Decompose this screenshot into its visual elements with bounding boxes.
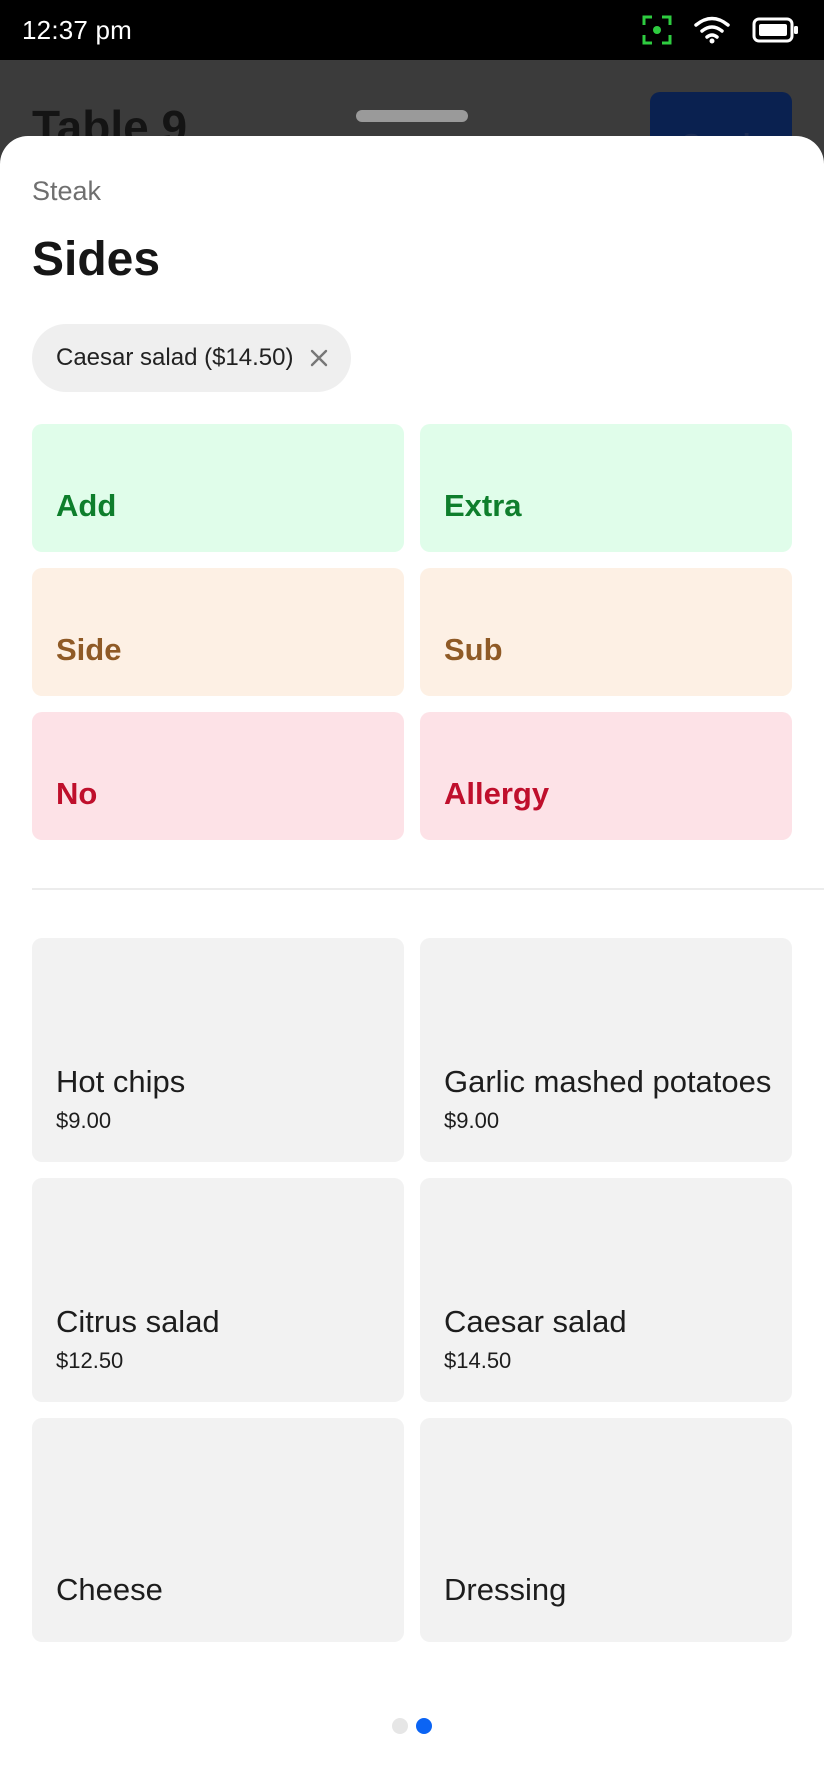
chip-label: Caesar salad ($14.50) — [56, 344, 294, 371]
status-time: 12:37 pm — [22, 14, 133, 45]
item-price: $14.50 — [444, 1348, 512, 1373]
sheet-title: Sides — [32, 233, 161, 286]
side-item-garlic-mashed-potatoes[interactable]: Garlic mashed potatoes $9.00 — [420, 938, 792, 1162]
item-name: Dressing — [444, 1572, 567, 1607]
side-item-dressing[interactable]: Dressing — [420, 1418, 792, 1642]
wifi-icon — [694, 16, 730, 44]
item-subtitle: Steak — [32, 176, 102, 206]
side-item-caesar-salad[interactable]: Caesar salad $14.50 — [420, 1178, 792, 1402]
modifier-label: Side — [56, 632, 122, 667]
sheet-drag-handle[interactable] — [356, 110, 468, 122]
status-icons — [642, 15, 800, 45]
modifier-label: Allergy — [444, 776, 550, 811]
modifier-type-grid: Add Extra Side Sub No Allergy — [32, 424, 792, 840]
modifier-sheet: Steak Sides Caesar salad ($14.50) Add Ex… — [0, 136, 824, 1784]
item-price: $12.50 — [56, 1348, 124, 1373]
item-name: Cheese — [56, 1572, 163, 1607]
modifier-label: Add — [56, 488, 117, 523]
page-indicator — [0, 1718, 824, 1734]
page-dot-2[interactable] — [416, 1718, 432, 1734]
side-item-hot-chips[interactable]: Hot chips $9.00 — [32, 938, 404, 1162]
modifier-label: Extra — [444, 488, 522, 523]
modifier-side-button[interactable]: Side — [32, 568, 404, 696]
close-icon[interactable] — [309, 348, 329, 368]
modifier-label: Sub — [444, 632, 503, 667]
modifier-extra-button[interactable]: Extra — [420, 424, 792, 552]
modifier-add-button[interactable]: Add — [32, 424, 404, 552]
item-name: Caesar salad — [444, 1304, 627, 1339]
item-name: Garlic mashed potatoes — [444, 1064, 772, 1099]
page-dot-1[interactable] — [392, 1718, 408, 1734]
side-items-grid: Hot chips $9.00 Garlic mashed potatoes $… — [32, 938, 792, 1642]
modifier-label: No — [56, 776, 98, 811]
side-item-cheese[interactable]: Cheese — [32, 1418, 404, 1642]
screenshot-icon — [642, 15, 672, 45]
modifier-sub-button[interactable]: Sub — [420, 568, 792, 696]
side-item-citrus-salad[interactable]: Citrus salad $12.50 — [32, 1178, 404, 1402]
battery-icon — [752, 16, 800, 44]
modifier-no-button[interactable]: No — [32, 712, 404, 840]
selected-modifier-chip[interactable]: Caesar salad ($14.50) — [32, 324, 352, 392]
modifier-allergy-button[interactable]: Allergy — [420, 712, 792, 840]
item-price: $9.00 — [56, 1108, 112, 1133]
item-name: Hot chips — [56, 1064, 186, 1099]
status-bar: 12:37 pm — [0, 0, 824, 60]
item-price: $9.00 — [444, 1108, 500, 1133]
divider — [32, 888, 824, 890]
item-name: Citrus salad — [56, 1304, 220, 1339]
